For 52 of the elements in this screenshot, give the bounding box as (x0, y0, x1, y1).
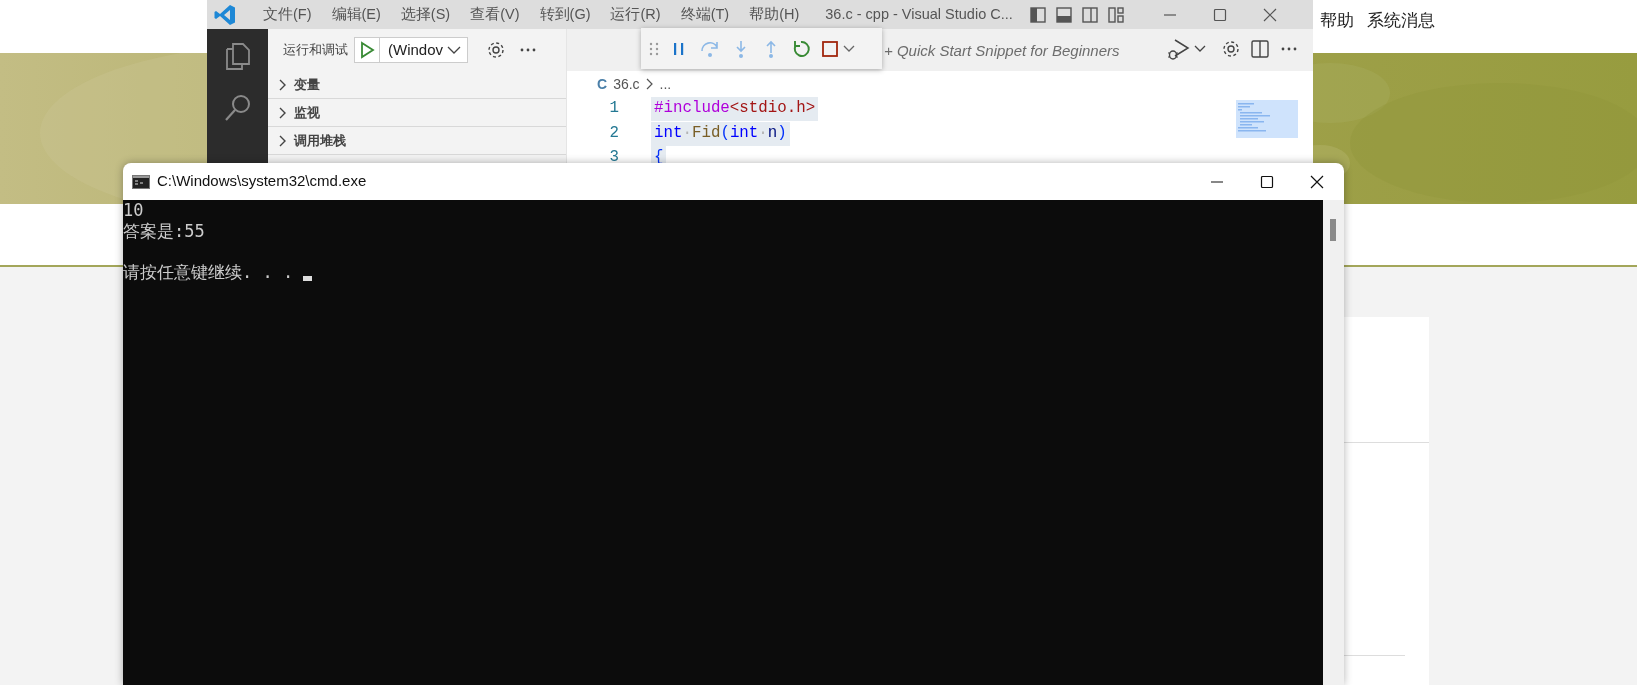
split-layout-icon[interactable] (1080, 5, 1099, 24)
console-output: 答案是:55 (123, 220, 206, 241)
console-output: 10 (123, 200, 145, 221)
close-icon[interactable] (1310, 174, 1324, 189)
console-icon (132, 174, 150, 189)
search-icon[interactable] (222, 93, 253, 123)
console-prompt: 请按任意键继续. . . (123, 261, 295, 282)
play-icon[interactable] (359, 41, 375, 59)
settings-icon[interactable] (486, 40, 506, 60)
sidebar-layout-icon[interactable] (1028, 5, 1047, 24)
line-number: 1 (608, 98, 619, 120)
customize-layout-icon[interactable] (1106, 5, 1125, 24)
caret-icon (1194, 45, 1206, 53)
menu-item[interactable]: 编辑(E) (321, 3, 391, 26)
menu-item[interactable]: 帮助(H) (739, 3, 810, 26)
menu-item[interactable]: 选择(S) (390, 3, 461, 26)
panel-title: 运行和调试 (283, 41, 348, 60)
breadcrumb-item[interactable]: ... (659, 73, 672, 95)
caret-icon (843, 44, 855, 53)
settings-icon[interactable] (1221, 39, 1241, 59)
menu-item[interactable]: 运行(R) (600, 3, 671, 26)
maximize-icon[interactable] (1260, 174, 1274, 189)
panel-layout-icon[interactable] (1054, 5, 1073, 24)
section-header[interactable]: 监视 (268, 99, 566, 127)
menu-item[interactable]: 文件(F) (253, 3, 322, 26)
configuration-dropdown[interactable]: (Windov (354, 37, 468, 63)
section-header[interactable]: 调用堆栈 (268, 127, 566, 155)
stop-button[interactable] (821, 39, 855, 58)
section-header[interactable]: 变量 (268, 71, 566, 99)
play-bug-icon (1167, 37, 1191, 61)
scrollbar-thumb[interactable] (1330, 219, 1336, 241)
run-debug-button[interactable] (1167, 37, 1206, 61)
text-cursor (303, 275, 313, 281)
split-editor-icon[interactable] (1250, 39, 1270, 59)
nav-link[interactable]: 系统消息 (1367, 8, 1435, 34)
drag-handle-icon[interactable] (649, 40, 659, 57)
line-number: 2 (608, 122, 619, 144)
snippet-hint[interactable]: + Quick Start Snippet for Beginners (884, 40, 1120, 63)
restart-icon[interactable] (791, 38, 811, 59)
file-type-label: C (597, 74, 608, 94)
breadcrumb-item[interactable]: 36.c (613, 73, 640, 95)
window-title: C:\Windows\system32\cmd.exe (157, 171, 367, 192)
menu-item[interactable]: 终端(T) (670, 3, 740, 26)
menu-item[interactable]: 查看(V) (460, 3, 530, 26)
chevron-down-icon (447, 45, 461, 55)
chevron-icon (645, 78, 654, 90)
menu-item[interactable]: 转到(G) (529, 3, 601, 26)
nav-link[interactable]: 帮助 (1320, 8, 1354, 34)
window-title: 36.c - cpp - Visual Studio C... (824, 4, 1014, 24)
stop-icon (821, 39, 839, 58)
vscode-logo-icon[interactable] (213, 2, 237, 27)
line-number: 3 (608, 147, 619, 165)
